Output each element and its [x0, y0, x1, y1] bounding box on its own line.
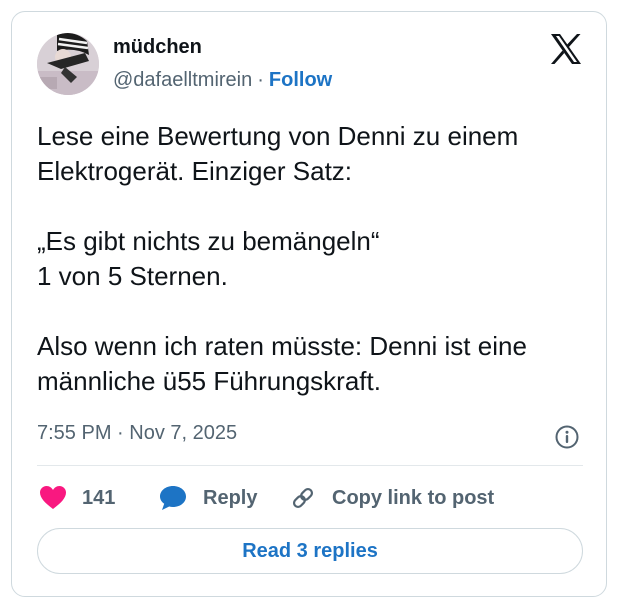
link-icon — [292, 487, 314, 509]
separator-dot: · — [257, 69, 264, 91]
reply-label: Reply — [203, 486, 258, 509]
like-count: 141 — [82, 486, 116, 509]
like-button[interactable]: 141 — [39, 484, 115, 512]
divider — [37, 465, 583, 466]
read-replies-button[interactable]: Read 3 replies — [37, 528, 583, 574]
tweet-text: Lese eine Bewertung von Denni zu einem E… — [37, 121, 527, 396]
copy-link-button[interactable]: Copy link to post — [289, 484, 494, 512]
tweet-card: müdchen @dafaelltmirein · Follow Lese eine… — [11, 11, 607, 597]
author-avatar[interactable] — [37, 33, 99, 95]
tweet-timestamp[interactable]: 7:55 PM · Nov 7, 2025 — [37, 422, 237, 445]
follow-button[interactable]: Follow — [269, 69, 332, 91]
profile-photo-icon — [37, 33, 99, 95]
author-handle[interactable]: @dafaelltmirein — [113, 69, 252, 91]
author-handle-row: @dafaelltmirein · Follow — [113, 69, 332, 92]
x-logo-icon[interactable] — [550, 34, 582, 64]
info-icon[interactable] — [554, 424, 580, 450]
author-display-name[interactable]: müdchen — [113, 36, 202, 59]
speech-bubble-icon — [160, 486, 186, 510]
copy-link-label: Copy link to post — [332, 486, 495, 509]
read-replies-label: Read 3 replies — [242, 539, 378, 562]
reply-button[interactable]: Reply — [159, 484, 257, 512]
heart-icon — [40, 486, 66, 509]
